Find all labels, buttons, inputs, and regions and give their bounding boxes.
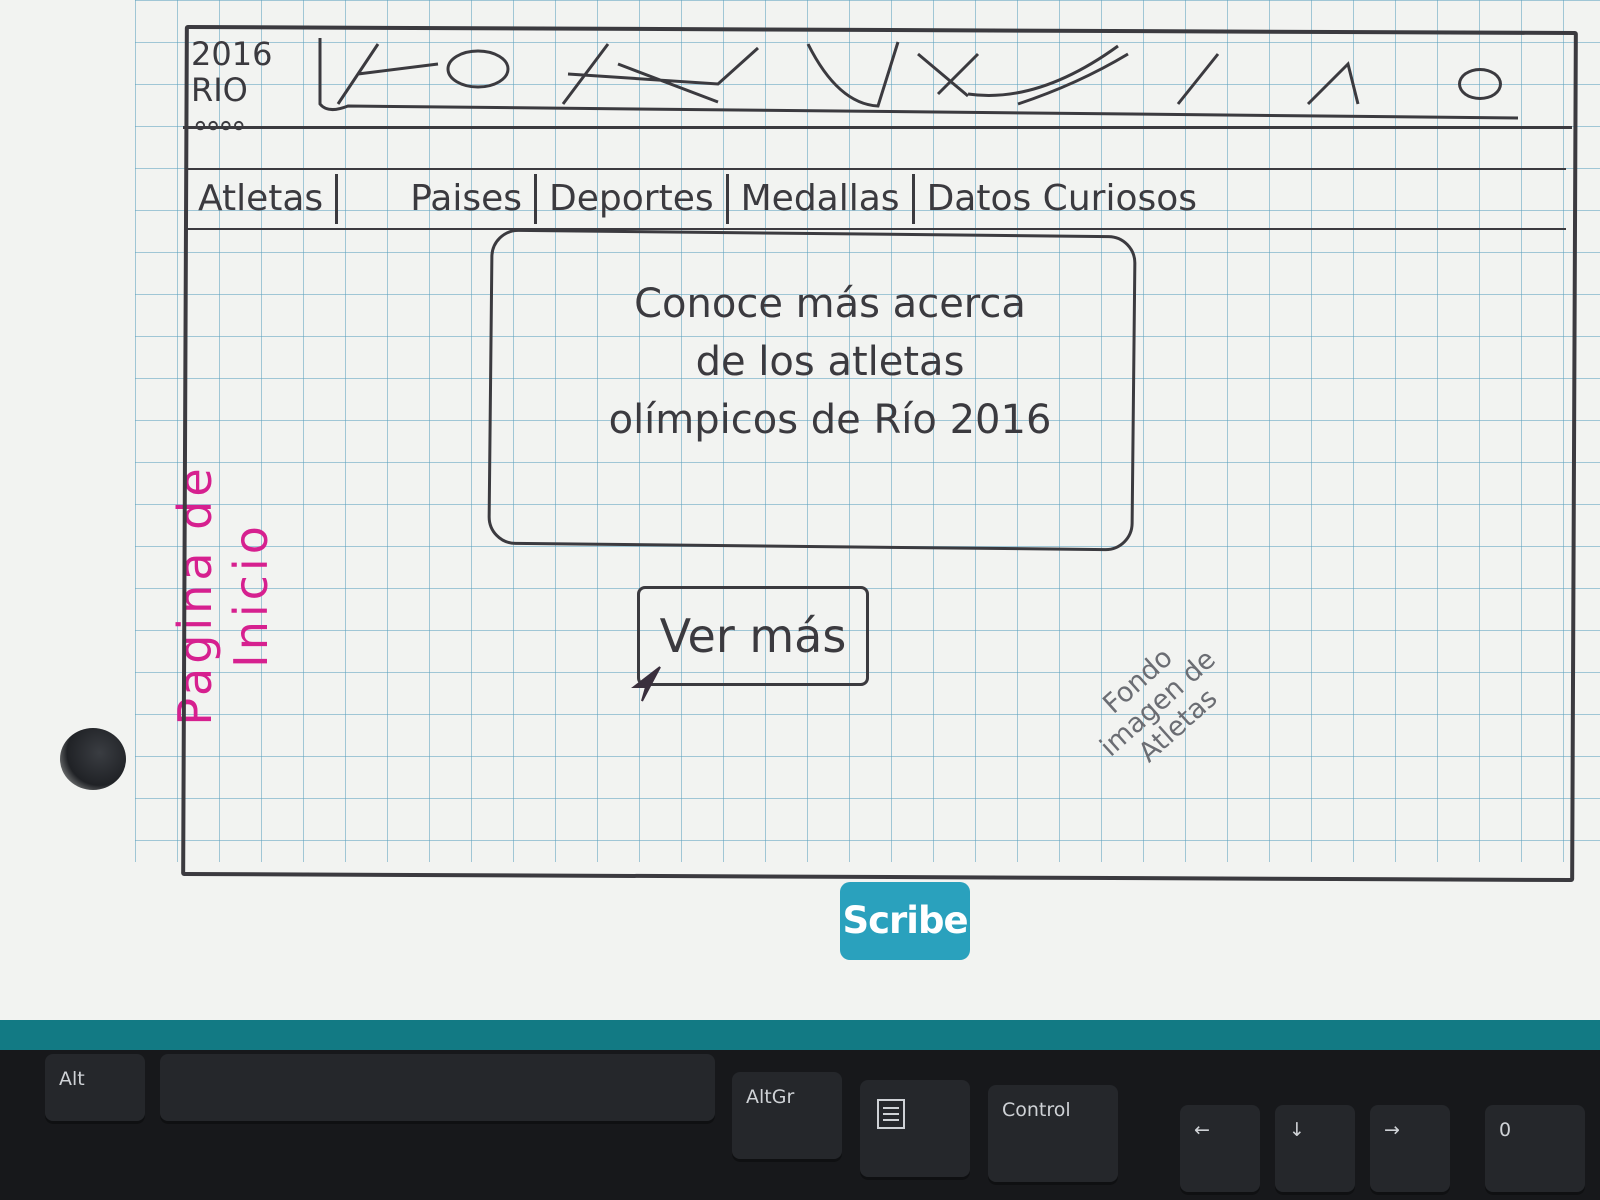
site-header: 2016 RIO ∘∘∘∘ <box>183 28 1572 143</box>
scribe-brand-logo: Scribe <box>840 882 970 960</box>
key-altgr[interactable]: AltGr <box>732 1072 842 1162</box>
nav-item-atletas[interactable]: Atletas <box>186 174 339 224</box>
nav-item-medallas[interactable]: Medallas <box>725 174 912 224</box>
user-circle-icon[interactable] <box>1458 68 1502 100</box>
key-space[interactable] <box>160 1054 715 1124</box>
key-control-label: Control <box>1002 1099 1071 1121</box>
punch-hole <box>60 728 126 790</box>
logo-city: RIO <box>191 71 248 109</box>
logo-year: 2016 <box>191 35 273 73</box>
ver-mas-button[interactable]: Ver más <box>637 586 869 686</box>
rio-2016-logo[interactable]: 2016 RIO ∘∘∘∘ <box>191 36 301 166</box>
key-arrow-down-icon: ↓ <box>1289 1119 1305 1141</box>
key-arrow-left-icon: ← <box>1194 1119 1210 1141</box>
olympic-rings-icon: ∘∘∘∘ <box>191 108 248 143</box>
key-zero-label: 0 <box>1499 1119 1512 1141</box>
nav-item-datos-curiosos[interactable]: Datos Curiosos <box>911 174 1209 224</box>
main-navigation: Atletas Paises Deportes Medallas Datos C… <box>186 168 1566 230</box>
hero-text: Conoce más acerca de los atletas olímpic… <box>608 281 1052 443</box>
header-banner-scribble <box>318 38 1518 120</box>
key-control[interactable]: Control <box>988 1085 1118 1185</box>
key-arrow-down[interactable]: ↓ <box>1275 1105 1355 1195</box>
sketch-paper: Pagina de Inicio 2016 RIO ∘∘∘∘ Atletas P… <box>0 0 1600 1045</box>
mouse-pointer-icon <box>631 666 661 702</box>
key-arrow-right[interactable]: → <box>1370 1105 1450 1195</box>
key-zero[interactable]: 0 <box>1485 1105 1585 1195</box>
key-menu[interactable] <box>860 1080 970 1180</box>
key-arrow-left[interactable]: ← <box>1180 1105 1260 1195</box>
key-altgr-label: AltGr <box>746 1086 795 1108</box>
keyboard: Alt AltGr Control ← ↓ → 0 <box>0 1050 1600 1200</box>
key-alt-label: Alt <box>59 1068 85 1090</box>
key-arrow-right-icon: → <box>1384 1119 1400 1141</box>
key-alt[interactable]: Alt <box>45 1054 145 1124</box>
menu-key-icon <box>877 1099 905 1129</box>
nav-item-paises[interactable]: Paises <box>398 174 534 224</box>
nav-item-deportes[interactable]: Deportes <box>534 174 726 224</box>
